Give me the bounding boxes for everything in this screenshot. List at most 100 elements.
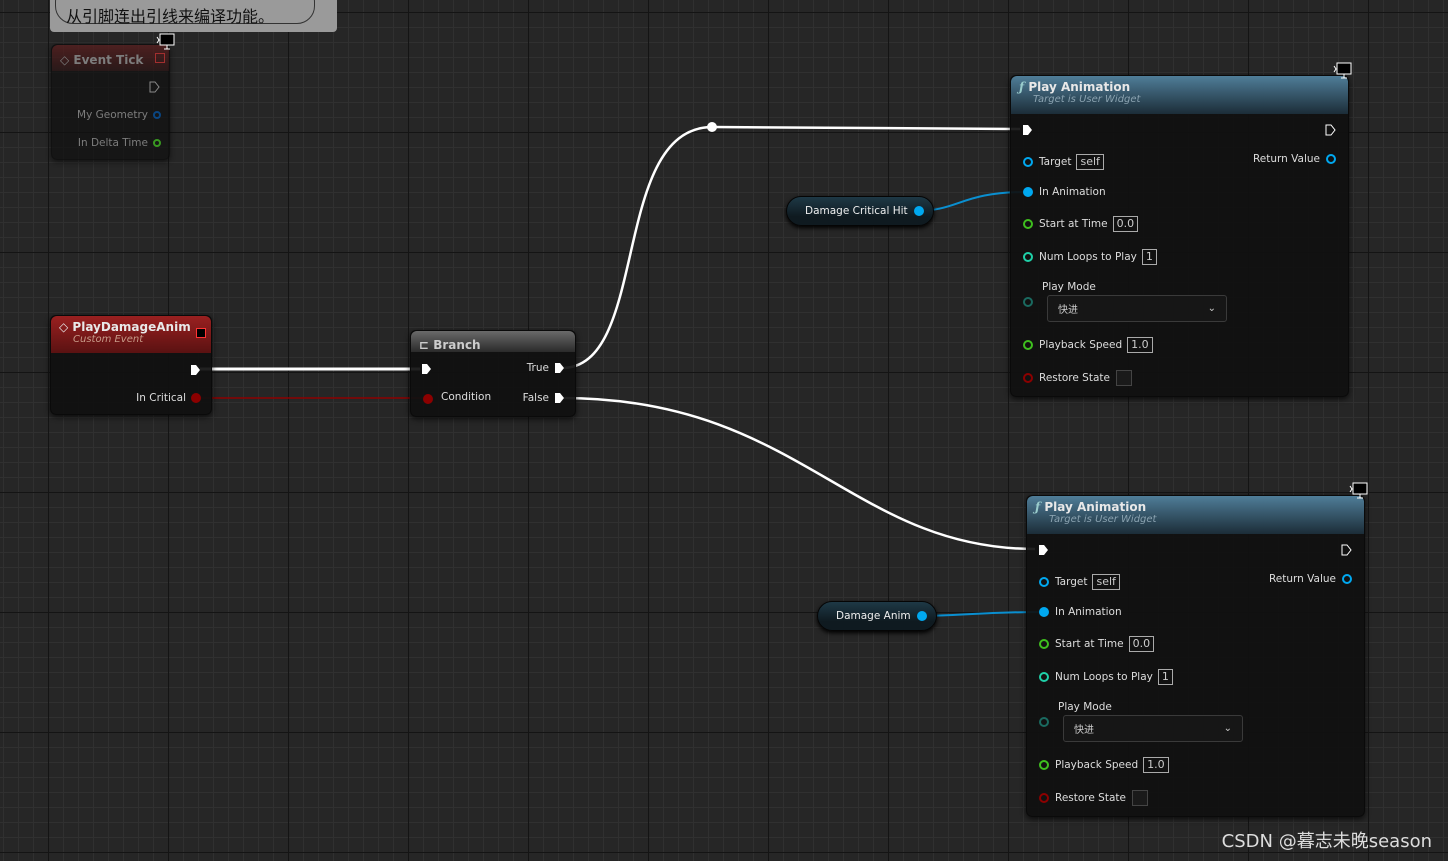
delta-time-pin[interactable] — [153, 139, 161, 147]
play-mode-value: 快进 — [1058, 305, 1078, 316]
condition-pin[interactable] — [423, 394, 433, 404]
input-pin[interactable] — [1023, 252, 1033, 262]
play-mode-dropdown[interactable]: 快进 ⌄ — [1063, 715, 1243, 742]
branch-node[interactable]: ⊏ Branch Condition True False — [410, 330, 576, 417]
variable-damage-anim[interactable]: Damage Anim — [817, 601, 937, 631]
node-subtitle: Target is User Widget — [1049, 514, 1157, 525]
num-loops-field[interactable]: 1 — [1157, 669, 1173, 685]
in-critical-label: In Critical — [136, 392, 186, 404]
monitor-icon — [1349, 482, 1368, 499]
playback-speed-field[interactable]: 1.0 — [1143, 757, 1169, 773]
start-time-field[interactable]: 0.0 — [1128, 636, 1155, 652]
start-time-field[interactable]: 0.0 — [1112, 216, 1139, 232]
variable-out-pin[interactable] — [916, 611, 927, 621]
play-mode-dropdown[interactable]: 快进 ⌄ — [1047, 295, 1227, 322]
exec-wire-false — [561, 396, 1036, 551]
event-tick-node[interactable]: ◇ Event Tick My Geometry In Delta Time — [51, 44, 170, 160]
target-label: Target — [1039, 156, 1072, 168]
true-exec-pin[interactable] — [554, 362, 565, 374]
variable-damage-critical-hit[interactable]: Damage Critical Hit — [786, 196, 934, 226]
custom-event-title: PlayDamageAnim — [72, 320, 191, 334]
exec-out-pin[interactable] — [1325, 124, 1336, 136]
monitor-icon — [156, 33, 175, 50]
condition-label: Condition — [441, 391, 492, 403]
variable-label: Damage Critical Hit — [805, 205, 908, 217]
comment-text: 从引脚连出引线来编译功能。 — [66, 7, 275, 26]
input-pin[interactable] — [1039, 639, 1049, 649]
play-mode-pin[interactable] — [1023, 297, 1033, 307]
input-pin[interactable] — [1023, 219, 1033, 229]
true-label: True — [526, 362, 549, 374]
target-label: Target — [1055, 576, 1088, 588]
node-title: Play Animation — [1028, 80, 1131, 94]
delta-time-label: In Delta Time — [77, 137, 148, 149]
node-subtitle: Target is User Widget — [1033, 94, 1141, 105]
input-pin[interactable] — [1023, 187, 1033, 197]
exec-in-pin[interactable] — [421, 363, 432, 375]
node-title: Play Animation — [1044, 500, 1147, 514]
input-pin[interactable] — [1023, 340, 1033, 350]
play-mode-label: Play Mode — [1058, 701, 1112, 713]
exec-in-pin[interactable] — [1038, 544, 1049, 556]
event-tick-title: ◇ Event Tick — [60, 53, 144, 67]
branch-title: Branch — [433, 338, 481, 352]
monitor-icon — [1333, 62, 1352, 79]
exec-out-pin[interactable] — [1341, 544, 1352, 556]
start-time-label: Start at Time — [1039, 218, 1108, 230]
play-animation-node[interactable]: ƒ Play Animation Target is User Widget T… — [1010, 75, 1349, 397]
num-loops-field[interactable]: 1 — [1141, 249, 1157, 265]
in-critical-pin[interactable] — [191, 393, 201, 403]
return-value-pin[interactable] — [1326, 154, 1336, 164]
function-icon: ƒ — [1019, 80, 1029, 94]
in-animation-label: In Animation — [1055, 606, 1122, 618]
in-animation-label: In Animation — [1039, 186, 1106, 198]
custom-event-subtitle: Custom Event — [73, 334, 144, 345]
custom-event-node[interactable]: ◇ PlayDamageAnim Custom Event In Critica… — [50, 315, 212, 415]
target-field[interactable]: self — [1076, 154, 1104, 170]
start-time-label: Start at Time — [1055, 638, 1124, 650]
play-mode-value: 快进 — [1074, 725, 1094, 736]
input-pin[interactable] — [1039, 760, 1049, 770]
play-mode-pin[interactable] — [1039, 717, 1049, 727]
branch-icon: ⊏ — [419, 338, 434, 352]
input-pin[interactable] — [1023, 157, 1033, 167]
exec-out-pin[interactable] — [149, 81, 160, 93]
input-pin[interactable] — [1023, 373, 1033, 383]
restore-state-label: Restore State — [1055, 792, 1126, 804]
comment-box[interactable]: 从引脚连出引线来编译功能。 — [50, 0, 337, 32]
event-icon: ◇ — [60, 53, 74, 67]
return-value-pin[interactable] — [1342, 574, 1352, 584]
my-geometry-pin[interactable] — [153, 111, 161, 119]
playback-speed-label: Playback Speed — [1039, 339, 1123, 351]
exec-out-pin[interactable] — [190, 364, 201, 376]
play-mode-label: Play Mode — [1042, 281, 1096, 293]
function-icon: ƒ — [1035, 500, 1045, 514]
input-pin[interactable] — [1039, 672, 1049, 682]
reroute-knot — [707, 122, 717, 132]
restore-state-checkbox[interactable] — [1115, 370, 1132, 386]
restore-state-label: Restore State — [1039, 372, 1110, 384]
input-pin[interactable] — [1039, 607, 1049, 617]
false-exec-pin[interactable] — [554, 392, 565, 404]
return-value-label: Return Value — [1268, 573, 1336, 585]
input-pin[interactable] — [1039, 793, 1049, 803]
exec-in-pin[interactable] — [1022, 124, 1033, 136]
my-geometry-label: My Geometry — [77, 109, 148, 121]
num-loops-label: Num Loops to Play — [1039, 251, 1137, 263]
playback-speed-field[interactable]: 1.0 — [1127, 337, 1153, 353]
restore-state-checkbox[interactable] — [1131, 790, 1148, 806]
target-field[interactable]: self — [1092, 574, 1120, 590]
watermark: CSDN @暮志未晚season — [1221, 831, 1432, 852]
variable-out-pin[interactable] — [913, 206, 924, 216]
return-value-label: Return Value — [1252, 153, 1320, 165]
input-pin[interactable] — [1039, 577, 1049, 587]
event-icon: ◇ — [59, 320, 73, 334]
delegate-pin[interactable] — [155, 53, 165, 63]
variable-label: Damage Anim — [836, 610, 911, 622]
chevron-down-icon: ⌄ — [1207, 303, 1216, 314]
false-label: False — [522, 392, 549, 404]
delegate-pin[interactable] — [196, 328, 206, 338]
num-loops-label: Num Loops to Play — [1055, 671, 1153, 683]
playback-speed-label: Playback Speed — [1055, 759, 1139, 771]
play-animation-node[interactable]: ƒ Play Animation Target is User Widget T… — [1026, 495, 1365, 817]
